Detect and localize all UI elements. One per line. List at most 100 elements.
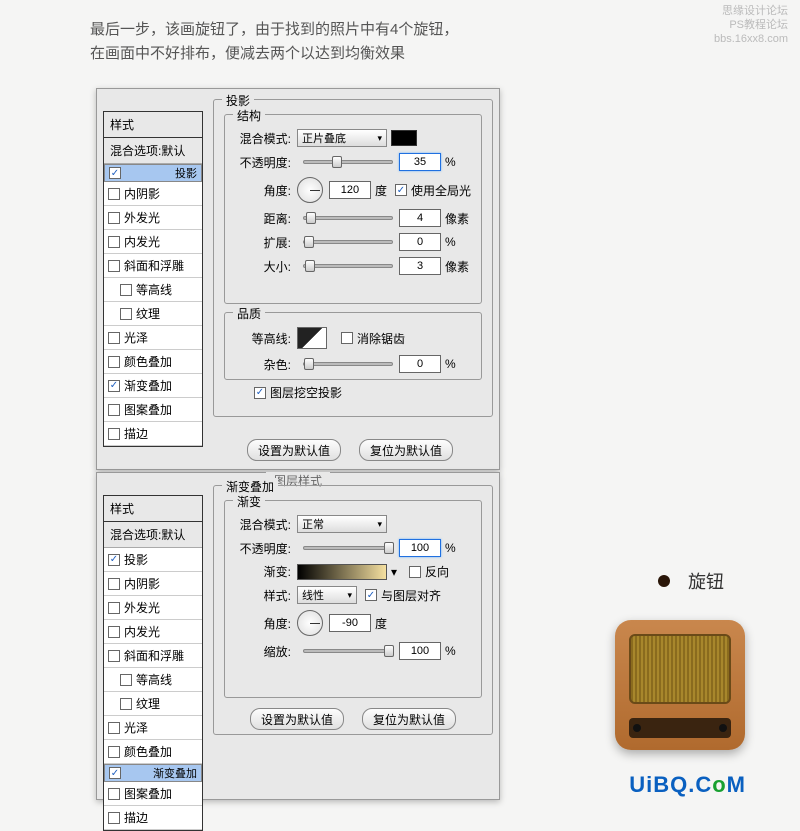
style-checkbox[interactable] — [108, 332, 120, 344]
style-item-斜面和浮雕[interactable]: 斜面和浮雕 — [104, 254, 202, 278]
style-checkbox[interactable] — [108, 260, 120, 272]
style-item-外发光[interactable]: 外发光 — [104, 206, 202, 230]
scale-slider[interactable] — [303, 649, 393, 653]
style-item-描边[interactable]: 描边 — [104, 422, 202, 446]
style-checkbox[interactable] — [120, 284, 132, 296]
spread-input[interactable]: 0 — [399, 233, 441, 251]
style-checkbox[interactable] — [108, 812, 120, 824]
style-item-投影[interactable]: 投影 — [104, 548, 202, 572]
use-global-light-checkbox[interactable] — [395, 184, 407, 196]
gradient-overlay-group: 渐变叠加 渐变 混合模式: 正常▾ 不透明度: 100 % 渐变: ▾ 反向 — [213, 485, 493, 735]
style-item-外发光[interactable]: 外发光 — [104, 596, 202, 620]
style-checkbox[interactable] — [108, 356, 120, 368]
style-item-label: 颜色叠加 — [124, 743, 172, 760]
style-item-label: 光泽 — [124, 329, 148, 346]
style-item-label: 内发光 — [124, 623, 160, 640]
style-item-光泽[interactable]: 光泽 — [104, 716, 202, 740]
style-item-图案叠加[interactable]: 图案叠加 — [104, 782, 202, 806]
knockout-checkbox[interactable] — [254, 387, 266, 399]
style-checkbox[interactable] — [120, 308, 132, 320]
style-select[interactable]: 线性▾ — [297, 586, 357, 604]
gradient-picker[interactable] — [297, 564, 387, 580]
antialias-checkbox[interactable] — [341, 332, 353, 344]
contour-picker[interactable] — [297, 327, 327, 349]
style-checkbox[interactable] — [108, 188, 120, 200]
set-default-button[interactable]: 设置为默认值 — [250, 708, 344, 730]
style-item-内阴影[interactable]: 内阴影 — [104, 182, 202, 206]
distance-slider[interactable] — [303, 216, 393, 220]
style-checkbox[interactable] — [108, 626, 120, 638]
style-item-label: 纹理 — [136, 305, 160, 322]
blend-mode-select[interactable]: 正片叠底▾ — [297, 129, 387, 147]
style-item-斜面和浮雕[interactable]: 斜面和浮雕 — [104, 644, 202, 668]
angle-dial[interactable] — [297, 610, 323, 636]
style-item-label: 外发光 — [124, 209, 160, 226]
size-slider[interactable] — [303, 264, 393, 268]
chevron-down-icon: ▾ — [347, 590, 352, 601]
style-checkbox[interactable] — [108, 746, 120, 758]
style-item-描边[interactable]: 描边 — [104, 806, 202, 830]
chevron-down-icon[interactable]: ▾ — [391, 565, 397, 579]
angle-input[interactable]: 120 — [329, 181, 371, 199]
style-checkbox[interactable] — [108, 380, 120, 392]
style-item-渐变叠加[interactable]: 渐变叠加 — [104, 374, 202, 398]
style-checkbox[interactable] — [108, 578, 120, 590]
style-checkbox[interactable] — [108, 650, 120, 662]
style-checkbox[interactable] — [108, 554, 120, 566]
angle-dial[interactable] — [297, 177, 323, 203]
style-item-光泽[interactable]: 光泽 — [104, 326, 202, 350]
style-item-label: 投影 — [175, 165, 197, 181]
scale-input[interactable]: 100 — [399, 642, 441, 660]
style-item-内发光[interactable]: 内发光 — [104, 620, 202, 644]
style-item-内阴影[interactable]: 内阴影 — [104, 572, 202, 596]
style-checkbox[interactable] — [108, 602, 120, 614]
style-checkbox[interactable] — [109, 767, 121, 779]
opacity-input[interactable]: 100 — [399, 539, 441, 557]
style-item-label: 等高线 — [136, 671, 172, 688]
style-item-颜色叠加[interactable]: 颜色叠加 — [104, 740, 202, 764]
noise-input[interactable]: 0 — [399, 355, 441, 373]
style-checkbox[interactable] — [120, 674, 132, 686]
style-item-纹理[interactable]: 纹理 — [104, 302, 202, 326]
chevron-down-icon: ▾ — [377, 519, 382, 530]
style-item-等高线[interactable]: 等高线 — [104, 278, 202, 302]
distance-input[interactable]: 4 — [399, 209, 441, 227]
reset-default-button[interactable]: 复位为默认值 — [359, 439, 453, 461]
opacity-slider[interactable] — [303, 546, 393, 550]
style-item-label: 颜色叠加 — [124, 353, 172, 370]
set-default-button[interactable]: 设置为默认值 — [247, 439, 341, 461]
size-input[interactable]: 3 — [399, 257, 441, 275]
style-item-纹理[interactable]: 纹理 — [104, 692, 202, 716]
opacity-input[interactable]: 35 — [399, 153, 441, 171]
blend-mode-select[interactable]: 正常▾ — [297, 515, 387, 533]
style-item-投影[interactable]: 投影 — [104, 164, 202, 182]
style-checkbox[interactable] — [108, 788, 120, 800]
style-item-图案叠加[interactable]: 图案叠加 — [104, 398, 202, 422]
angle-input[interactable]: -90 — [329, 614, 371, 632]
style-checkbox[interactable] — [108, 236, 120, 248]
style-checkbox[interactable] — [108, 212, 120, 224]
align-layer-checkbox[interactable] — [365, 589, 377, 601]
spread-slider[interactable] — [303, 240, 393, 244]
style-checkbox[interactable] — [108, 722, 120, 734]
style-checkbox[interactable] — [109, 167, 121, 179]
reset-default-button[interactable]: 复位为默认值 — [362, 708, 456, 730]
style-item-渐变叠加[interactable]: 渐变叠加 — [104, 764, 202, 782]
style-item-label: 等高线 — [136, 281, 172, 298]
style-item-label: 图案叠加 — [124, 785, 172, 802]
noise-slider[interactable] — [303, 362, 393, 366]
style-item-颜色叠加[interactable]: 颜色叠加 — [104, 350, 202, 374]
gradient-subgroup: 渐变 混合模式: 正常▾ 不透明度: 100 % 渐变: ▾ 反向 样式: — [224, 500, 482, 698]
style-checkbox[interactable] — [108, 428, 120, 440]
style-item-等高线[interactable]: 等高线 — [104, 668, 202, 692]
style-item-label: 渐变叠加 — [153, 765, 197, 781]
style-item-内发光[interactable]: 内发光 — [104, 230, 202, 254]
chevron-down-icon: ▾ — [377, 133, 382, 144]
blend-options-row[interactable]: 混合选项:默认 — [104, 138, 202, 164]
opacity-slider[interactable] — [303, 160, 393, 164]
style-checkbox[interactable] — [120, 698, 132, 710]
style-checkbox[interactable] — [108, 404, 120, 416]
color-swatch[interactable] — [391, 130, 417, 146]
reverse-checkbox[interactable] — [409, 566, 421, 578]
quality-group: 品质 等高线: 消除锯齿 杂色: 0 % — [224, 312, 482, 380]
